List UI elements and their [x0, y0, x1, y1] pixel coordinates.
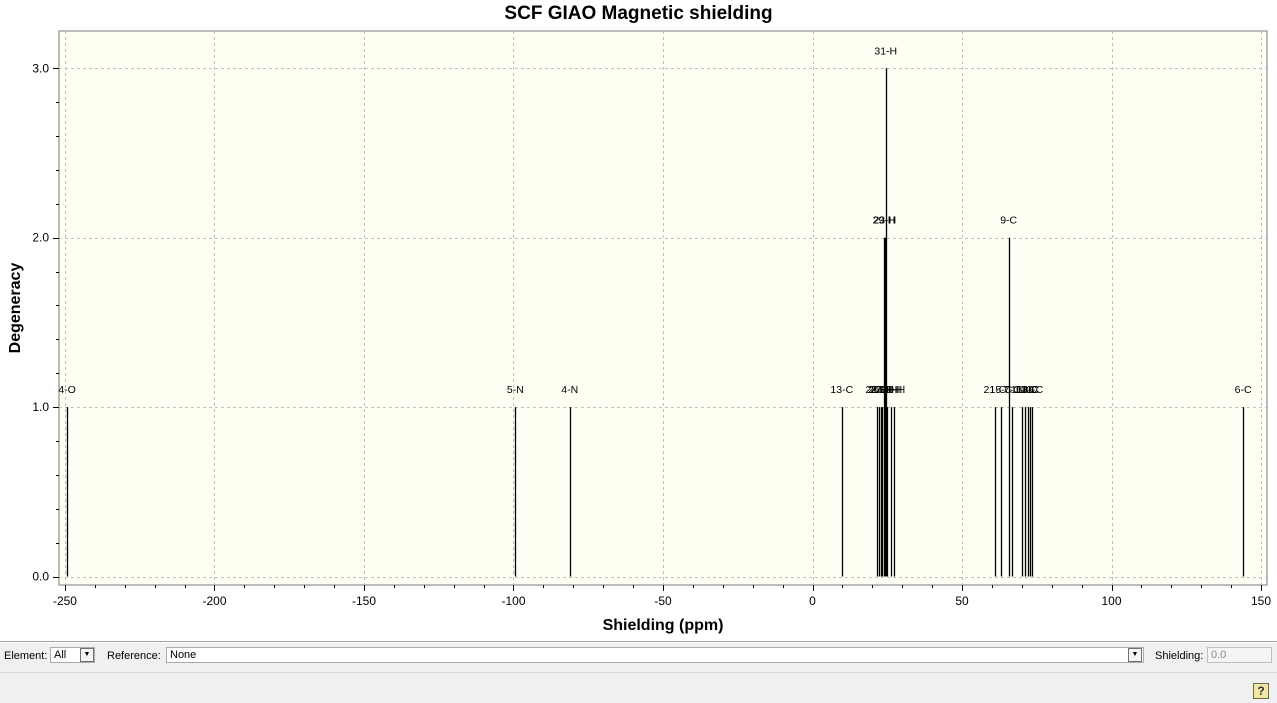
shielding-input[interactable]: 0.0: [1207, 647, 1272, 663]
bar-label: 9-C: [1000, 215, 1017, 227]
x-tick-label: -50: [654, 594, 672, 608]
y-tick-label: 3.0: [32, 61, 49, 75]
y-tick-label: 0.0: [32, 570, 49, 584]
y-axis-label: Degeneracy: [7, 263, 24, 354]
panel-divider-highlight: [0, 642, 1277, 643]
x-tick-label: 100: [1101, 594, 1121, 608]
element-select-value: All: [54, 649, 67, 661]
y-tick-label: 2.0: [32, 231, 49, 245]
bar-label: 31-H: [874, 45, 897, 57]
x-tick-label: -100: [501, 594, 525, 608]
element-label: Element:: [4, 650, 48, 662]
bar-label: 4-N: [561, 384, 578, 396]
reference-select[interactable]: None: [166, 647, 1144, 663]
bar-label: 23-H: [873, 215, 896, 227]
x-tick-label: -250: [53, 594, 77, 608]
reference-select-value: None: [170, 649, 197, 661]
x-axis-label: Shielding (ppm): [603, 617, 724, 634]
bar-label: 6-C: [1235, 384, 1252, 396]
x-tick-label: 150: [1251, 594, 1271, 608]
bar-label: 11-C: [1021, 384, 1043, 396]
footer-divider: [0, 672, 1277, 673]
shielding-input-value: 0.0: [1211, 649, 1227, 661]
bar-label: 19-H: [882, 384, 905, 396]
chart-panel: SCF GIAO Magnetic shielding -250 -200 -150…: [0, 0, 1277, 641]
x-tick-label: 50: [955, 594, 969, 608]
x-tick-label: -200: [202, 594, 226, 608]
x-tick-label: -150: [352, 594, 376, 608]
reference-dropdown-arrow-icon[interactable]: ▼: [1128, 648, 1142, 662]
bar-label: 13-C: [830, 384, 853, 396]
y-tick-label: 1.0: [32, 400, 49, 414]
bar-label: 5-N: [507, 384, 524, 396]
help-icon[interactable]: ?: [1253, 683, 1269, 699]
x-tick-label: 0: [809, 594, 816, 608]
element-dropdown-arrow-icon[interactable]: ▼: [80, 648, 94, 662]
bar-label: 4-O: [58, 384, 76, 396]
reference-label: Reference:: [107, 650, 161, 662]
chart-plot: -250 -200 -150 -100 -50 0 50 100 150 0.0 1.0 2.0 3.0…: [7, 30, 1271, 634]
shielding-label: Shielding:: [1155, 650, 1204, 662]
controls-bar: Element: All ▼ Reference: None ▼ Shieldi…: [0, 644, 1277, 670]
